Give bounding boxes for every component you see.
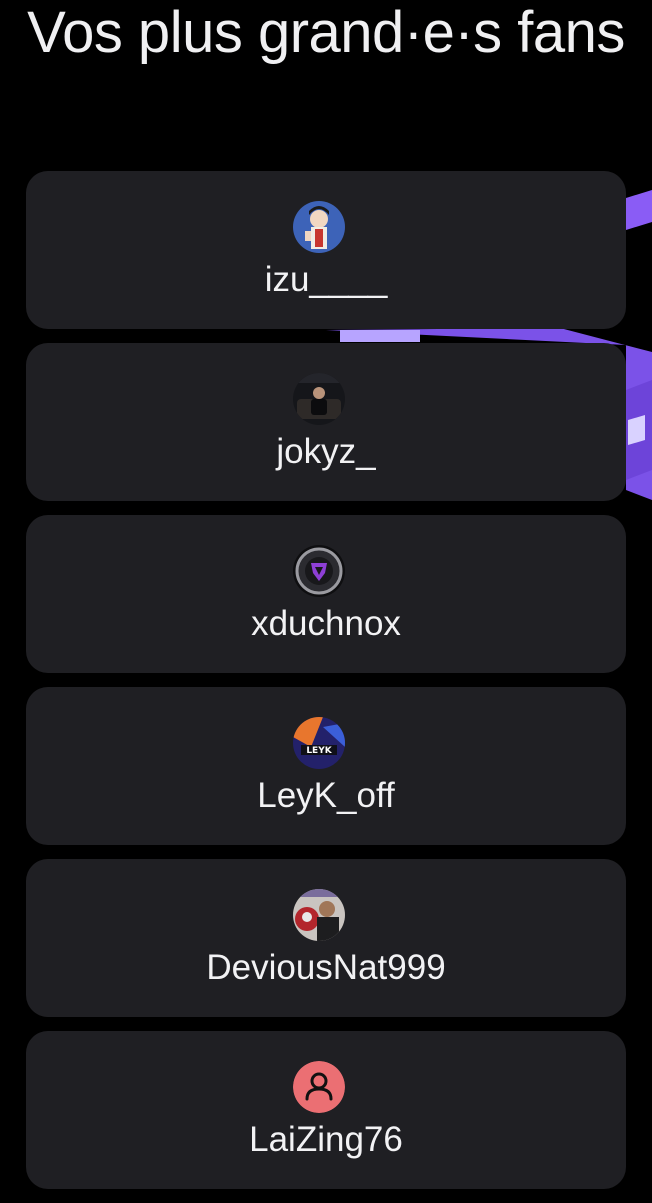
svg-text:LEYK: LEYK — [306, 746, 332, 756]
fan-card[interactable]: LaiZing76 — [26, 1031, 626, 1189]
fan-card[interactable]: izu____ — [26, 171, 626, 329]
fan-card[interactable]: jokyz_ — [26, 343, 626, 501]
fan-username: xduchnox — [251, 604, 401, 643]
fan-username: LaiZing76 — [249, 1120, 403, 1159]
fan-card[interactable]: DeviousNat999 — [26, 859, 626, 1017]
fan-avatar — [293, 201, 345, 253]
fan-card[interactable]: LEYK LeyK_off — [26, 687, 626, 845]
fan-avatar: LEYK — [293, 717, 345, 769]
fan-avatar — [293, 1061, 345, 1113]
leyk-logo-avatar-icon: LEYK — [293, 717, 345, 769]
fan-avatar — [293, 545, 345, 597]
fan-username: LeyK_off — [257, 776, 395, 815]
person-on-couch-avatar-icon — [293, 373, 345, 425]
default-user-icon — [293, 1061, 345, 1113]
fan-username: izu____ — [264, 260, 388, 299]
fan-avatar — [293, 889, 345, 941]
photo-with-deadpool-avatar-icon — [293, 889, 345, 941]
fan-username: jokyz_ — [276, 432, 376, 471]
fan-username: DeviousNat999 — [206, 948, 446, 987]
decepticon-logo-avatar-icon — [293, 545, 345, 597]
anime-character-avatar-icon — [293, 201, 345, 253]
fan-card[interactable]: xduchnox — [26, 515, 626, 673]
fans-list: izu____ jokyz_ xduchnox LEYK LeyK_off De… — [26, 171, 626, 1203]
fan-avatar — [293, 373, 345, 425]
page-title: Vos plus grand·e·s fans — [27, 0, 625, 65]
